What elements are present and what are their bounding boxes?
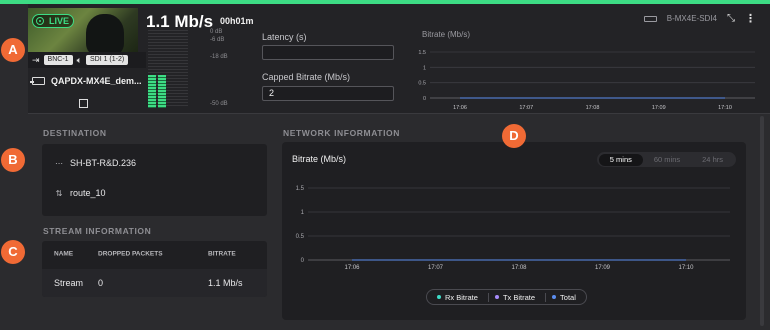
x-tick-label: 17:10	[678, 265, 694, 271]
x-tick-label: 17:10	[718, 105, 732, 111]
marker-c: C	[1, 240, 25, 264]
destination-panel: ⋯ SH-BT-R&D.236 ⇅ route_10	[42, 144, 267, 216]
destination-title: DESTINATION	[43, 128, 107, 138]
audio-level-right	[158, 75, 166, 108]
legend-label: Total	[560, 292, 576, 302]
speaker-icon: 🔈︎	[76, 54, 82, 65]
scrollbar[interactable]	[760, 116, 764, 326]
audio-meter	[148, 30, 188, 108]
y-tick-label: 1.5	[296, 186, 305, 192]
legend-dot	[552, 295, 557, 299]
collapse-icon[interactable]: ⤡	[727, 13, 735, 24]
capped-bitrate-label: Capped Bitrate (Mb/s)	[262, 72, 351, 82]
latency-field[interactable]	[262, 45, 394, 60]
legend-label: Rx Bitrate	[445, 292, 478, 302]
x-tick-label: 17:08	[586, 105, 600, 111]
marker-d: D	[502, 124, 526, 148]
server-icon: ⋯	[55, 158, 63, 168]
y-tick-label: 1	[423, 65, 426, 71]
db-label-0: 0 dB	[210, 29, 223, 35]
legend-dot	[494, 295, 499, 299]
legend-label: Tx Bitrate	[502, 292, 536, 302]
stream-info-title: STREAM INFORMATION	[43, 226, 152, 236]
table-row: Stream 0 1.1 Mb/s	[42, 269, 267, 297]
tab-5-mins[interactable]: 5 mins	[598, 153, 643, 166]
stream-table-header: NAME DROPPED PACKETS BITRATE	[42, 241, 267, 266]
x-tick-label: 17:09	[652, 105, 666, 111]
col-bitrate: BITRATE	[208, 250, 236, 257]
tab-24-hrs[interactable]: 24 hrs	[691, 154, 734, 166]
db-label-18: -18 dB	[210, 54, 228, 60]
db-label-6: -6 dB	[210, 37, 225, 43]
device-icon	[30, 77, 45, 85]
legend-tx[interactable]: Tx Bitrate	[487, 292, 541, 302]
input-chip[interactable]: BNC-1	[43, 55, 73, 65]
col-name: NAME	[54, 250, 74, 257]
x-tick-label: 17:08	[511, 265, 527, 271]
audio-level-left	[148, 75, 156, 108]
chart-legend: Rx Bitrate Tx Bitrate Total	[426, 289, 587, 305]
tab-60-mins[interactable]: 60 mins	[643, 154, 691, 166]
x-tick-label: 17:07	[428, 265, 444, 271]
y-tick-label: 0	[301, 258, 305, 264]
network-chart-title: Bitrate (Mb/s)	[292, 154, 347, 164]
thumbnail-subject	[86, 14, 124, 56]
more-options-icon[interactable]: ⋮	[745, 12, 756, 25]
y-tick-label: 1.5	[418, 50, 426, 56]
device-id: B-MX4E-SDI4	[666, 14, 717, 23]
row-name: Stream	[54, 278, 84, 288]
live-badge: LIVE	[32, 14, 75, 28]
destination-item[interactable]: ⋯ SH-BT-R&D.236	[54, 158, 136, 168]
destination-item[interactable]: ⇅ route_10	[54, 188, 106, 198]
stream-info-panel: NAME DROPPED PACKETS BITRATE Stream 0 1.…	[42, 241, 267, 297]
select-checkbox[interactable]	[79, 99, 88, 108]
x-tick-label: 17:07	[519, 105, 533, 111]
legend-total[interactable]: Total	[545, 292, 582, 302]
header-actions: B-MX4E-SDI4 ⤡ ⋮	[643, 12, 756, 25]
x-tick-label: 17:06	[453, 105, 467, 111]
legend-dot	[437, 295, 441, 299]
col-dropped: DROPPED PACKETS	[98, 250, 163, 257]
sdi-icon	[643, 15, 657, 22]
network-bitrate-chart: 1.5 1 0.5 0 17:06 17:07 17:08 17:09 17:10	[296, 186, 730, 271]
latency-label: Latency (s)	[262, 32, 307, 42]
legend-rx[interactable]: Rx Bitrate	[431, 293, 484, 302]
live-icon	[36, 17, 44, 25]
y-tick-label: 0.5	[418, 81, 426, 87]
mini-bitrate-chart: 1.5 1 0.5 0 17:06 17:07 17:08 17:09 17:10	[418, 50, 755, 111]
input-icon: ⇥	[32, 54, 40, 65]
marker-a: A	[1, 38, 25, 62]
stream-header: LIVE ⇥ BNC-1 🔈︎ SDI 1 (1-2) QAPDX-MX4E_d…	[28, 4, 770, 114]
device-name: QAPDX-MX4E_dem...	[51, 76, 142, 86]
mini-chart-title: Bitrate (Mb/s)	[422, 30, 471, 39]
capped-bitrate-field[interactable]: 2	[262, 86, 394, 101]
audio-chip[interactable]: SDI 1 (1-2)	[85, 55, 129, 65]
input-strip: ⇥ BNC-1 🔈︎ SDI 1 (1-2)	[28, 52, 146, 68]
destination-name: SH-BT-R&D.236	[70, 158, 137, 168]
device-row[interactable]: QAPDX-MX4E_dem...	[30, 76, 142, 86]
video-thumbnail[interactable]: LIVE	[28, 8, 138, 56]
current-bitrate: 1.1 Mb/s	[146, 12, 214, 31]
row-dropped: 0	[98, 278, 104, 288]
network-info-title: NETWORK INFORMATION	[283, 128, 401, 138]
y-tick-label: 0	[423, 96, 426, 102]
x-tick-label: 17:06	[344, 265, 360, 271]
stream-duration: 00h01m	[220, 16, 254, 26]
route-icon: ⇅	[55, 188, 63, 198]
destination-name: route_10	[70, 188, 106, 198]
y-tick-label: 0.5	[296, 234, 305, 240]
x-tick-label: 17:09	[595, 265, 611, 271]
db-label-50: -50 dB	[210, 101, 228, 107]
marker-b: B	[1, 148, 25, 172]
y-tick-label: 1	[301, 210, 305, 216]
row-bitrate: 1.1 Mb/s	[208, 278, 243, 288]
network-panel: Bitrate (Mb/s) 5 mins 60 mins 24 hrs 1.5…	[282, 142, 746, 320]
live-label: LIVE	[49, 16, 70, 26]
range-tabs: 5 mins 60 mins 24 hrs	[596, 152, 736, 167]
